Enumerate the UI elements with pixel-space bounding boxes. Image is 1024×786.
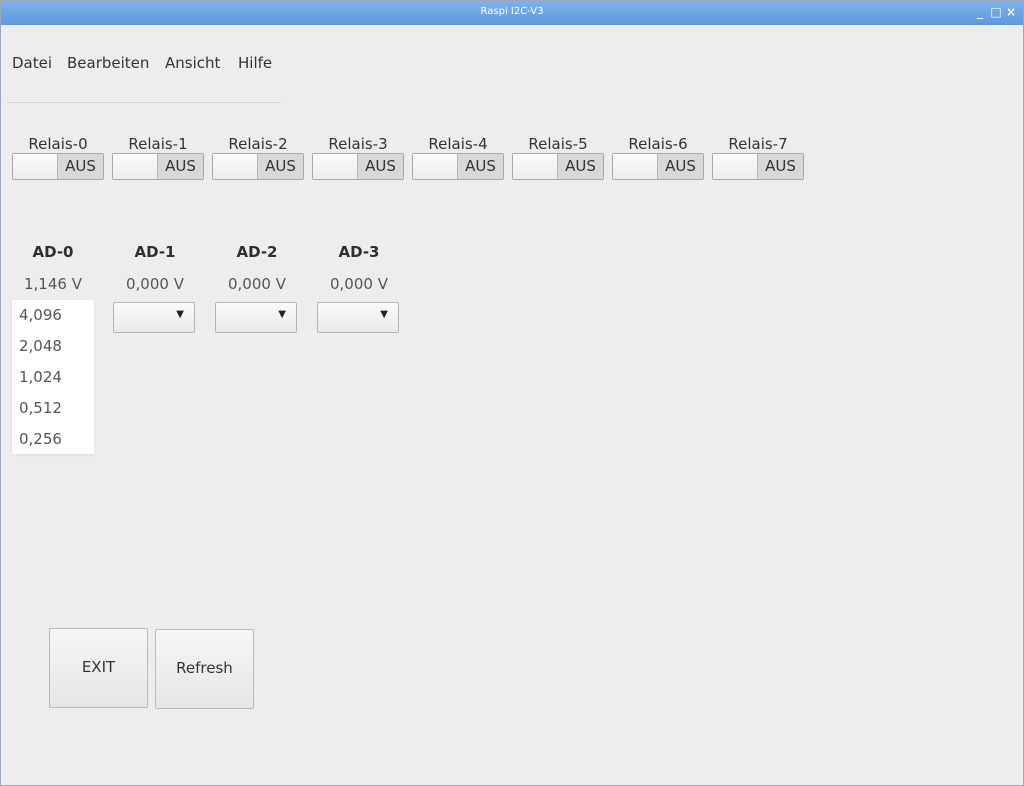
adc-label: AD-3 <box>338 243 380 261</box>
app-window: Raspi I2C-V3 _ □ × Datei Bearbeiten Ansi… <box>0 0 1024 786</box>
chevron-down-icon: ▼ <box>380 309 388 320</box>
relay-0-toggle[interactable]: AUS <box>12 153 104 180</box>
relay-label: Relais-4 <box>428 135 488 153</box>
relay-state: AUS <box>258 154 303 179</box>
menu-bearbeiten[interactable]: Bearbeiten <box>67 54 149 72</box>
adc-voltage: 0,000 V <box>228 275 286 293</box>
relay-3-toggle[interactable]: AUS <box>312 153 404 180</box>
relay-5: Relais-5 AUS <box>512 135 604 181</box>
adc-3: AD-3 0,000 V ▼ <box>317 243 401 333</box>
dropdown-option[interactable]: 0,512 <box>12 393 94 424</box>
menu-separator <box>7 102 281 103</box>
toggle-knob <box>13 154 58 179</box>
relay-state: AUS <box>358 154 403 179</box>
relay-2: Relais-2 AUS <box>212 135 304 181</box>
adc-1: AD-1 0,000 V ▼ <box>113 243 197 333</box>
toggle-knob <box>213 154 258 179</box>
relay-0: Relais-0 AUS <box>12 135 104 181</box>
relay-label: Relais-7 <box>728 135 788 153</box>
relay-7-toggle[interactable]: AUS <box>712 153 804 180</box>
toggle-knob <box>713 154 758 179</box>
title-bar[interactable]: Raspi I2C-V3 _ □ × <box>1 1 1023 25</box>
relay-state: AUS <box>558 154 603 179</box>
maximize-button[interactable]: □ <box>989 4 1003 20</box>
relay-4: Relais-4 AUS <box>412 135 504 181</box>
adc-3-gain-select[interactable]: ▼ <box>317 302 399 333</box>
relay-7: Relais-7 AUS <box>712 135 804 181</box>
window-title: Raspi I2C-V3 <box>480 6 544 17</box>
relay-6: Relais-6 AUS <box>612 135 704 181</box>
menu-datei[interactable]: Datei <box>12 54 52 72</box>
relay-state: AUS <box>58 154 103 179</box>
relay-label: Relais-0 <box>28 135 88 153</box>
adc-2: AD-2 0,000 V ▼ <box>215 243 299 333</box>
chevron-down-icon: ▼ <box>176 309 184 320</box>
relay-3: Relais-3 AUS <box>312 135 404 181</box>
exit-button[interactable]: EXIT <box>49 628 148 708</box>
relay-label: Relais-1 <box>128 135 188 153</box>
menu-bar: Datei Bearbeiten Ansicht Hilfe <box>1 25 301 103</box>
relay-1-toggle[interactable]: AUS <box>112 153 204 180</box>
adc-voltage: 0,000 V <box>126 275 184 293</box>
adc-voltage: 1,146 V <box>24 275 82 293</box>
relay-1: Relais-1 AUS <box>112 135 204 181</box>
relay-label: Relais-3 <box>328 135 388 153</box>
menu-hilfe[interactable]: Hilfe <box>238 54 272 72</box>
menu-ansicht[interactable]: Ansicht <box>165 54 220 72</box>
relay-state: AUS <box>158 154 203 179</box>
dropdown-option[interactable]: 2,048 <box>12 331 94 362</box>
toggle-knob <box>113 154 158 179</box>
toggle-knob <box>613 154 658 179</box>
adc-label: AD-2 <box>236 243 278 261</box>
relay-4-toggle[interactable]: AUS <box>412 153 504 180</box>
relay-6-toggle[interactable]: AUS <box>612 153 704 180</box>
toggle-knob <box>313 154 358 179</box>
dropdown-option[interactable]: 4,096 <box>12 300 94 331</box>
relay-state: AUS <box>458 154 503 179</box>
toggle-knob <box>413 154 458 179</box>
dropdown-option[interactable]: 1,024 <box>12 362 94 393</box>
relay-label: Relais-6 <box>628 135 688 153</box>
dropdown-option[interactable]: 0,256 <box>12 424 94 455</box>
relay-label: Relais-2 <box>228 135 288 153</box>
adc-2-gain-select[interactable]: ▼ <box>215 302 297 333</box>
adc-0: AD-0 1,146 V <box>11 243 95 293</box>
relay-state: AUS <box>758 154 803 179</box>
refresh-button[interactable]: Refresh <box>155 629 254 709</box>
close-button[interactable]: × <box>1004 4 1018 20</box>
toggle-knob <box>513 154 558 179</box>
minimize-button[interactable]: _ <box>973 4 987 20</box>
adc-0-gain-dropdown-list: 4,096 2,048 1,024 0,512 0,256 <box>12 300 94 454</box>
adc-label: AD-0 <box>32 243 74 261</box>
adc-voltage: 0,000 V <box>330 275 388 293</box>
relay-2-toggle[interactable]: AUS <box>212 153 304 180</box>
adc-label: AD-1 <box>134 243 176 261</box>
relay-state: AUS <box>658 154 703 179</box>
chevron-down-icon: ▼ <box>278 309 286 320</box>
relay-5-toggle[interactable]: AUS <box>512 153 604 180</box>
adc-1-gain-select[interactable]: ▼ <box>113 302 195 333</box>
relay-label: Relais-5 <box>528 135 588 153</box>
